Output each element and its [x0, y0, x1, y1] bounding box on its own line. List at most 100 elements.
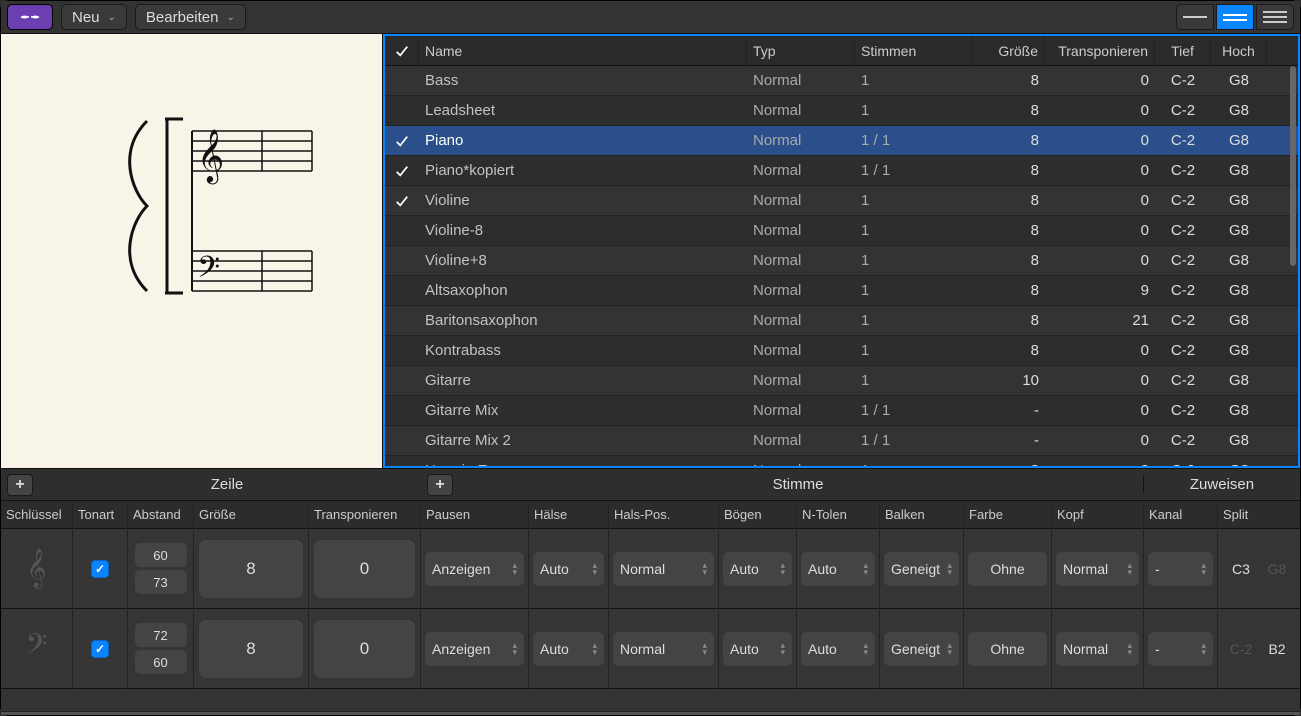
staff-style-table[interactable]: Name Typ Stimmen Größe Transponieren Tie…	[383, 34, 1300, 468]
head-select[interactable]: Normal▴▾	[1052, 529, 1144, 609]
col-transpose[interactable]: Transponieren	[1045, 36, 1155, 66]
row-transpose[interactable]: 21	[1045, 306, 1155, 336]
row-check[interactable]	[385, 66, 419, 96]
row-check[interactable]	[385, 396, 419, 426]
row-low[interactable]: C-2	[1155, 426, 1211, 456]
scrollbar[interactable]	[1290, 66, 1296, 266]
add-zeile-button[interactable]: +	[7, 474, 33, 496]
stem-select[interactable]: Auto▴▾	[529, 529, 609, 609]
col-name[interactable]: Name	[419, 36, 747, 66]
rest-select[interactable]: Anzeigen▴▾	[421, 609, 529, 689]
row-low[interactable]: C-2	[1155, 336, 1211, 366]
row-low[interactable]: C-2	[1155, 156, 1211, 186]
row-high[interactable]: G8	[1211, 396, 1267, 426]
rest-select[interactable]: Anzeigen▴▾	[421, 529, 529, 609]
row-high[interactable]: G8	[1211, 96, 1267, 126]
key-checkbox[interactable]: ✓	[73, 529, 128, 609]
color-select[interactable]: Ohne	[964, 609, 1052, 689]
row-transpose[interactable]: 0	[1045, 336, 1155, 366]
row-check[interactable]	[385, 126, 419, 156]
row-transpose[interactable]: 0	[1045, 96, 1155, 126]
row-transpose[interactable]: 0	[1045, 426, 1155, 456]
row-check[interactable]	[385, 426, 419, 456]
view-expanded[interactable]	[1256, 4, 1294, 30]
row-size[interactable]: 8	[973, 186, 1045, 216]
row-size[interactable]: 8	[973, 126, 1045, 156]
row-high[interactable]: G8	[1211, 456, 1267, 467]
row-transpose[interactable]: 9	[1045, 276, 1155, 306]
row-transpose[interactable]: 0	[1045, 396, 1155, 426]
row-high[interactable]: G8	[1211, 186, 1267, 216]
row-check[interactable]	[385, 276, 419, 306]
row-transpose[interactable]: 0	[1045, 66, 1155, 96]
trans-field[interactable]: 0	[309, 529, 421, 609]
row-check[interactable]	[385, 96, 419, 126]
table-row[interactable]: KontrabassNormal180C-2G8	[385, 336, 1298, 366]
table-row[interactable]: Piano*kopiertNormal1 / 180C-2G8	[385, 156, 1298, 186]
row-high[interactable]: G8	[1211, 126, 1267, 156]
col-type[interactable]: Typ	[747, 36, 855, 66]
col-size[interactable]: Größe	[973, 36, 1045, 66]
size-field[interactable]: 8	[194, 609, 309, 689]
table-row[interactable]: PianoNormal1 / 180C-2G8	[385, 126, 1298, 156]
row-low[interactable]: C-2	[1155, 96, 1211, 126]
row-low[interactable]: C-2	[1155, 216, 1211, 246]
row-high[interactable]: G8	[1211, 246, 1267, 276]
row-check[interactable]	[385, 366, 419, 396]
split-field[interactable]: C3 G8	[1218, 529, 1300, 609]
row-check[interactable]	[385, 456, 419, 467]
table-row[interactable]: ViolineNormal180C-2G8	[385, 186, 1298, 216]
add-stimme-button[interactable]: +	[427, 474, 453, 496]
row-transpose[interactable]: 0	[1045, 156, 1155, 186]
view-compact[interactable]	[1176, 4, 1214, 30]
row-high[interactable]: G8	[1211, 306, 1267, 336]
row-size[interactable]: 8	[973, 96, 1045, 126]
row-low[interactable]: C-2	[1155, 246, 1211, 276]
row-transpose[interactable]: 0	[1045, 186, 1155, 216]
table-row[interactable]: BaritonsaxophonNormal1821C-2G8	[385, 306, 1298, 336]
view-default[interactable]	[1216, 4, 1254, 30]
col-check[interactable]	[385, 36, 419, 66]
trans-field[interactable]: 0	[309, 609, 421, 689]
col-low[interactable]: Tief	[1155, 36, 1211, 66]
table-row[interactable]: Violine-8Normal180C-2G8	[385, 216, 1298, 246]
col-voices[interactable]: Stimmen	[855, 36, 973, 66]
row-low[interactable]: C-2	[1155, 66, 1211, 96]
row-size[interactable]: 8	[973, 156, 1045, 186]
table-row[interactable]: Horn in EsNormal18-3C-2G8	[385, 456, 1298, 466]
bow-select[interactable]: Auto▴▾	[719, 529, 797, 609]
row-high[interactable]: G8	[1211, 276, 1267, 306]
stem-select[interactable]: Auto▴▾	[529, 609, 609, 689]
link-button[interactable]	[7, 4, 53, 30]
bow-select[interactable]: Auto▴▾	[719, 609, 797, 689]
row-low[interactable]: C-2	[1155, 456, 1211, 467]
row-high[interactable]: G8	[1211, 426, 1267, 456]
table-row[interactable]: Gitarre Mix 2Normal1 / 1-0C-2G8	[385, 426, 1298, 456]
chan-select[interactable]: -▴▾	[1144, 529, 1218, 609]
clef-selector[interactable]: 𝄢	[1, 609, 73, 689]
head-select[interactable]: Normal▴▾	[1052, 609, 1144, 689]
distance-field[interactable]: 7260	[128, 609, 194, 689]
row-transpose[interactable]: -3	[1045, 456, 1155, 467]
row-size[interactable]: 8	[973, 276, 1045, 306]
row-high[interactable]: G8	[1211, 336, 1267, 366]
row-high[interactable]: G8	[1211, 366, 1267, 396]
beam-select[interactable]: Geneigt▴▾	[880, 529, 964, 609]
col-high[interactable]: Hoch	[1211, 36, 1267, 66]
row-check[interactable]	[385, 336, 419, 366]
row-size[interactable]: 8	[973, 306, 1045, 336]
table-row[interactable]: AltsaxophonNormal189C-2G8	[385, 276, 1298, 306]
row-transpose[interactable]: 0	[1045, 216, 1155, 246]
row-low[interactable]: C-2	[1155, 396, 1211, 426]
distance-field[interactable]: 6073	[128, 529, 194, 609]
table-row[interactable]: Gitarre MixNormal1 / 1-0C-2G8	[385, 396, 1298, 426]
ntup-select[interactable]: Auto▴▾	[797, 609, 880, 689]
row-transpose[interactable]: 0	[1045, 126, 1155, 156]
row-high[interactable]: G8	[1211, 216, 1267, 246]
row-transpose[interactable]: 0	[1045, 366, 1155, 396]
row-low[interactable]: C-2	[1155, 306, 1211, 336]
color-select[interactable]: Ohne	[964, 529, 1052, 609]
row-size[interactable]: 8	[973, 66, 1045, 96]
row-low[interactable]: C-2	[1155, 276, 1211, 306]
ntup-select[interactable]: Auto▴▾	[797, 529, 880, 609]
